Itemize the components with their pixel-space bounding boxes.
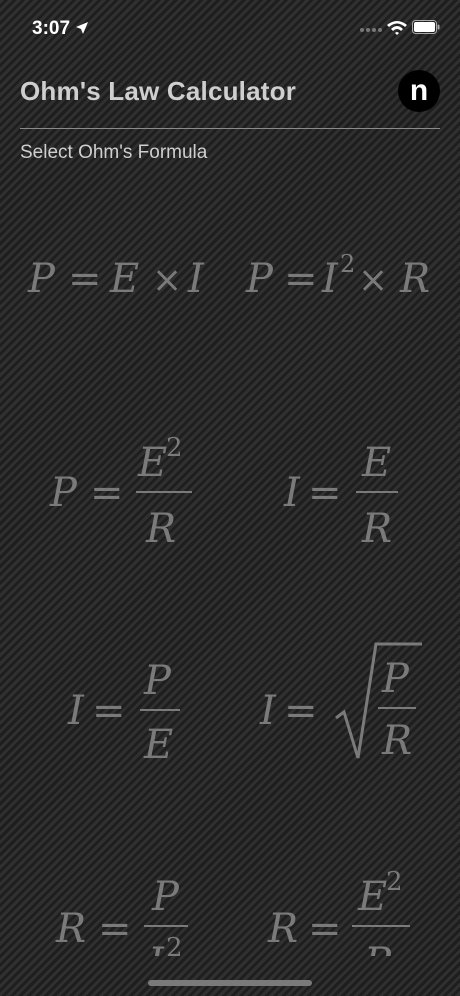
formula-power-e-squared-over-r[interactable]: P = E 2 R (46, 424, 206, 554)
home-indicator[interactable] (148, 980, 312, 986)
formula-equals: = (308, 906, 342, 952)
formula-term-a: I (321, 256, 339, 302)
formula-resistance-e-squared-over-p[interactable]: R = E 2 P (264, 854, 434, 956)
formula-term-a: E (109, 256, 139, 302)
formula-resistance-p-over-i-squared[interactable]: R = P I 2 (52, 860, 212, 956)
formula-denominator: R (145, 506, 176, 552)
formula-denominator: R (361, 506, 392, 552)
formula-equals: = (284, 688, 318, 734)
formula-denominator: I (147, 940, 165, 956)
wifi-icon (387, 21, 407, 35)
formula-current-sqrt-p-over-r[interactable]: I = P R (256, 636, 436, 766)
cellular-signal-icon (360, 28, 382, 32)
formula-lhs: R (55, 906, 86, 952)
formula-lhs: R (267, 906, 298, 952)
formula-numerator: P (151, 874, 180, 920)
formula-exponent: 2 (386, 867, 403, 897)
formula-lhs: P (245, 256, 274, 302)
formula-lhs: I (67, 688, 85, 734)
formula-lhs: I (283, 470, 301, 516)
section-subtitle: Select Ohm's Formula (20, 142, 208, 163)
formula-current-p-over-e[interactable]: I = P E (64, 646, 204, 776)
formula-denominator: E (143, 722, 173, 768)
formula-denominator: R (381, 718, 412, 764)
status-bar: 3:07 (0, 0, 460, 56)
location-arrow-icon (76, 22, 88, 34)
formula-numerator: P (381, 656, 410, 702)
formula-term-b: I (187, 256, 205, 302)
formula-equals: = (90, 470, 124, 516)
app-header: Ohm's Law Calculator n (20, 70, 440, 129)
formula-exponent: 2 (340, 250, 355, 278)
formula-current-e-over-r[interactable]: I = E R (280, 424, 420, 554)
formula-equals: = (92, 688, 126, 734)
formula-equals: = (98, 906, 132, 952)
formula-equals: = (284, 256, 318, 302)
battery-icon (412, 20, 440, 34)
logo-letter: n (409, 74, 429, 107)
formula-exponent: 2 (166, 933, 183, 956)
formula-equals: = (308, 470, 342, 516)
formula-lhs: P (27, 256, 56, 302)
formula-equals: = (68, 256, 102, 302)
formula-operator: × (152, 260, 182, 301)
formula-lhs: P (49, 470, 78, 516)
page-title: Ohm's Law Calculator (20, 76, 297, 106)
formula-numerator: E (137, 440, 167, 486)
formula-numerator: P (143, 658, 172, 704)
formula-term-b: R (399, 256, 430, 302)
formula-numerator: E (361, 440, 391, 486)
app-logo-button[interactable]: n (398, 70, 440, 112)
formula-denominator: P (363, 940, 392, 956)
formula-power-e-times-i[interactable]: P = E × I (24, 248, 220, 304)
formula-power-i-squared-times-r[interactable]: P = I 2 × R (242, 248, 442, 304)
formula-operator: × (358, 260, 388, 301)
formula-lhs: I (259, 688, 277, 734)
status-time: 3:07 (32, 18, 71, 39)
formula-exponent: 2 (166, 433, 183, 463)
formula-numerator: E (357, 874, 387, 920)
